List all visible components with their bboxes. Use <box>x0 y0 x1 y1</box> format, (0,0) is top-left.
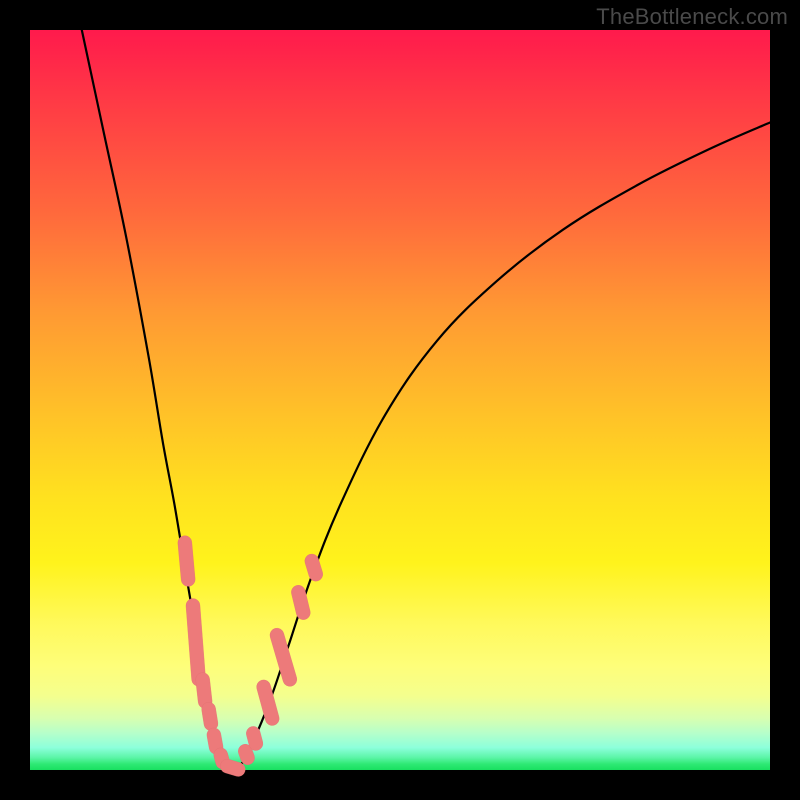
chart-frame: TheBottleneck.com <box>0 0 800 800</box>
marker-pill <box>268 626 298 688</box>
marker-pill <box>177 535 196 587</box>
marker-pills <box>177 535 324 778</box>
marker-pill <box>255 678 281 727</box>
marker-pill <box>201 701 219 732</box>
marker-pill <box>303 552 324 583</box>
marker-pill <box>290 584 312 621</box>
plot-area <box>30 30 770 770</box>
markers-layer <box>30 30 770 770</box>
watermark-text: TheBottleneck.com <box>596 4 788 30</box>
